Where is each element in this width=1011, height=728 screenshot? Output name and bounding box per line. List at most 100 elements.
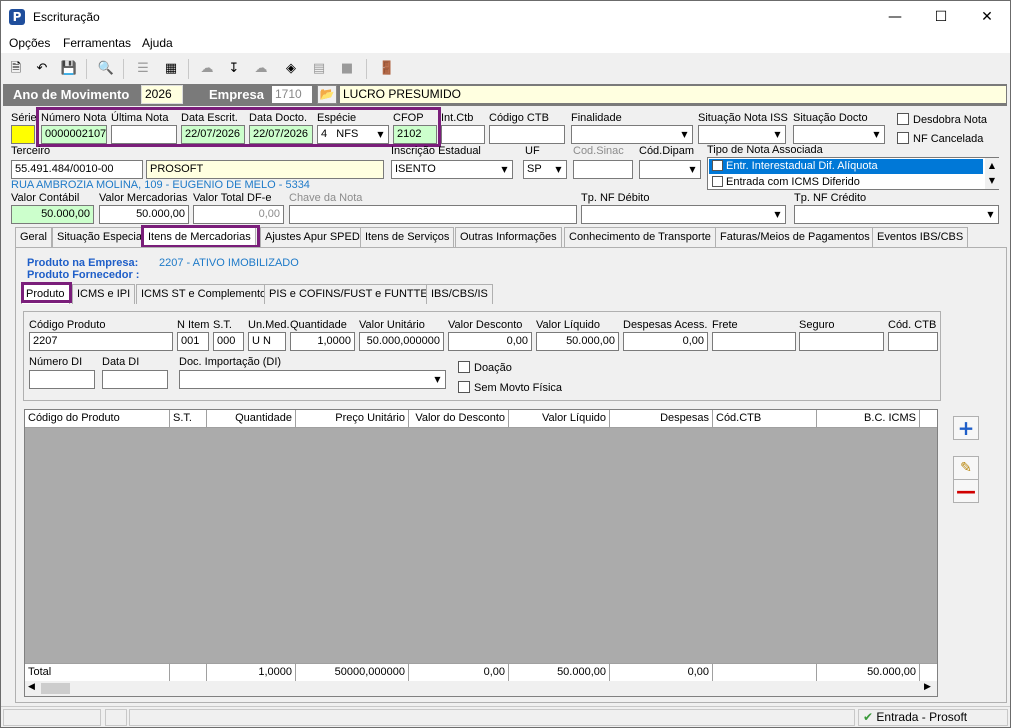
valor-contabil-input[interactable]: 50.000,00 [11,205,94,224]
numero-di-input[interactable] [29,370,95,389]
scroll-left-icon[interactable]: ◀ [28,682,35,692]
grid-header-valor-liquido[interactable]: Valor Líquido [509,410,610,428]
st-input[interactable]: 000 [213,332,244,351]
tab-outras-informacoes[interactable]: Outras Informações [455,227,562,247]
despesas-acess-input[interactable]: 0,00 [623,332,708,351]
tab-eventos-ibs-cbs[interactable]: Eventos IBS/CBS [872,227,969,247]
upload-cloud-icon[interactable]: ☁ [251,59,271,79]
doc-importacao-select[interactable]: ▼ [179,370,446,389]
codigo-ctb-input[interactable] [489,125,565,144]
company-code-input[interactable]: 1710 [271,85,313,104]
chevron-down-icon[interactable]: ▼ [430,371,445,388]
tipo-nota-list[interactable]: Entr. Interestadual Dif. Alíquota Entrad… [707,157,999,190]
tipo-option-1-checkbox[interactable] [712,160,723,171]
add-item-icon[interactable]: + [953,416,979,440]
stop-icon[interactable]: ■ [337,59,357,79]
tipo-option-2-checkbox[interactable] [712,176,723,187]
chevron-down-icon[interactable]: ▼ [497,161,512,178]
doacao-checkbox[interactable] [458,361,470,373]
ie-select[interactable]: ISENTO ▼ [391,160,513,179]
year-input[interactable]: 2026 [141,85,183,104]
terceiro-cnpj-input[interactable]: 55.491.484/0010-00 [11,160,143,179]
tipo-nota-option[interactable]: Entrada com ICMS Diferido [709,175,983,190]
grid-horizontal-scrollbar[interactable]: ◀ ▶ [25,681,937,696]
grid-header-quantidade[interactable]: Quantidade [207,410,296,428]
tab-ajustes-apur-sped[interactable]: Ajustes Apur SPED [260,227,365,247]
seguro-input[interactable] [799,332,884,351]
grid-header-bc-icms[interactable]: B.C. ICMS [817,410,920,428]
chevron-down-icon[interactable]: ▼ [685,161,700,178]
situacao-iss-select[interactable]: ▼ [698,125,786,144]
subtab-icms-st[interactable]: ICMS ST e Complemento [136,284,272,304]
save-icon[interactable]: 💾 [59,59,79,79]
valor-desconto-input[interactable]: 0,00 [448,332,532,351]
tree-icon[interactable]: ☰ [133,59,153,79]
chevron-down-icon[interactable]: ▼ [551,161,566,178]
list-scrollbar[interactable]: ▲ ▼ [985,158,999,189]
valor-dfe-input[interactable]: 0,00 [193,205,284,224]
calculator-icon[interactable]: ▦ [161,59,181,79]
cod-ctb-input[interactable] [888,332,938,351]
tp-nf-debito-select[interactable]: ▼ [581,205,786,224]
un-med-input[interactable]: U N [248,332,286,351]
remove-item-icon[interactable]: — [953,479,979,503]
desdobra-nota-checkbox[interactable] [897,113,909,125]
scroll-thumb[interactable] [41,683,70,694]
chevron-down-icon[interactable]: ▼ [770,126,785,143]
chevron-down-icon[interactable]: ▼ [677,126,692,143]
tipo-nota-option-selected[interactable]: Entr. Interestadual Dif. Alíquota [709,159,983,174]
chevron-down-icon[interactable]: ▼ [983,206,998,223]
minimize-icon[interactable]: — [872,1,918,33]
valor-liquido-input[interactable]: 50.000,00 [536,332,619,351]
sinac-input[interactable] [573,160,633,179]
sem-movto-fisica-checkbox[interactable] [458,381,470,393]
tab-itens-servicos[interactable]: Itens de Serviços [360,227,455,247]
n-item-input[interactable]: 001 [177,332,209,351]
quantidade-input[interactable]: 1,0000 [290,332,355,351]
new-document-icon[interactable]: 🗎 [6,59,26,79]
chevron-down-icon[interactable]: ▼ [770,206,785,223]
cib-icon[interactable]: ◈ [281,59,301,79]
tab-situacao-especial[interactable]: Situação Especial [52,227,150,247]
uf-select[interactable]: SP ▼ [523,160,567,179]
frete-input[interactable] [712,332,796,351]
serie-input[interactable] [11,125,35,144]
edit-item-icon[interactable]: ✎ [953,456,979,480]
int-ctb-input[interactable] [441,125,485,144]
grid-header-codigo[interactable]: Código do Produto [25,410,170,428]
menu-ajuda[interactable]: Ajuda [142,36,173,50]
columns-icon[interactable]: ▤ [309,59,329,79]
print-preview-icon[interactable]: 🔍 [96,59,116,79]
grid-header-preco-unitario[interactable]: Preço Unitário [296,410,409,428]
codigo-produto-input[interactable]: 2207 [29,332,173,351]
grid-header-valor-desconto[interactable]: Valor do Desconto [409,410,509,428]
import-icon[interactable]: ↧ [224,59,244,79]
items-grid[interactable]: Código do Produto S.T. Quantidade Preço … [24,409,938,697]
grid-header-st[interactable]: S.T. [170,410,207,428]
subtab-pis-cofins[interactable]: PIS e COFINS/FUST e FUNTTEL [264,284,439,304]
situacao-docto-select[interactable]: ▼ [793,125,885,144]
grid-header-despesas[interactable]: Despesas [610,410,713,428]
chave-nota-input[interactable] [289,205,577,224]
maximize-icon[interactable]: ☐ [918,1,964,33]
dipam-select[interactable]: ▼ [639,160,701,179]
tab-conhecimento-transporte[interactable]: Conhecimento de Transporte [564,227,716,247]
menu-ferramentas[interactable]: Ferramentas [63,36,131,50]
grid-header-cod-ctb[interactable]: Cód.CTB [713,410,817,428]
data-di-input[interactable] [102,370,168,389]
close-icon[interactable]: ✕ [964,1,1010,33]
tp-nf-credito-select[interactable]: ▼ [794,205,999,224]
menu-opcoes[interactable]: Opções [9,36,50,50]
tab-geral[interactable]: Geral [15,227,52,247]
tab-faturas-pagamentos[interactable]: Faturas/Meios de Pagamentos [715,227,875,247]
finalidade-select[interactable]: ▼ [571,125,693,144]
scroll-right-icon[interactable]: ▶ [924,682,931,692]
valor-mercadorias-input[interactable]: 50.000,00 [99,205,189,224]
nf-cancelada-checkbox[interactable] [897,132,909,144]
cloud-icon[interactable]: ☁ [197,59,217,79]
subtab-ibs-cbs-is[interactable]: IBS/CBS/IS [426,284,493,304]
folder-open-icon[interactable]: 📂 [317,85,337,104]
undo-icon[interactable]: ↶ [32,59,52,79]
exit-door-icon[interactable]: 🚪 [377,59,397,79]
valor-unitario-input[interactable]: 50.000,000000 [359,332,444,351]
